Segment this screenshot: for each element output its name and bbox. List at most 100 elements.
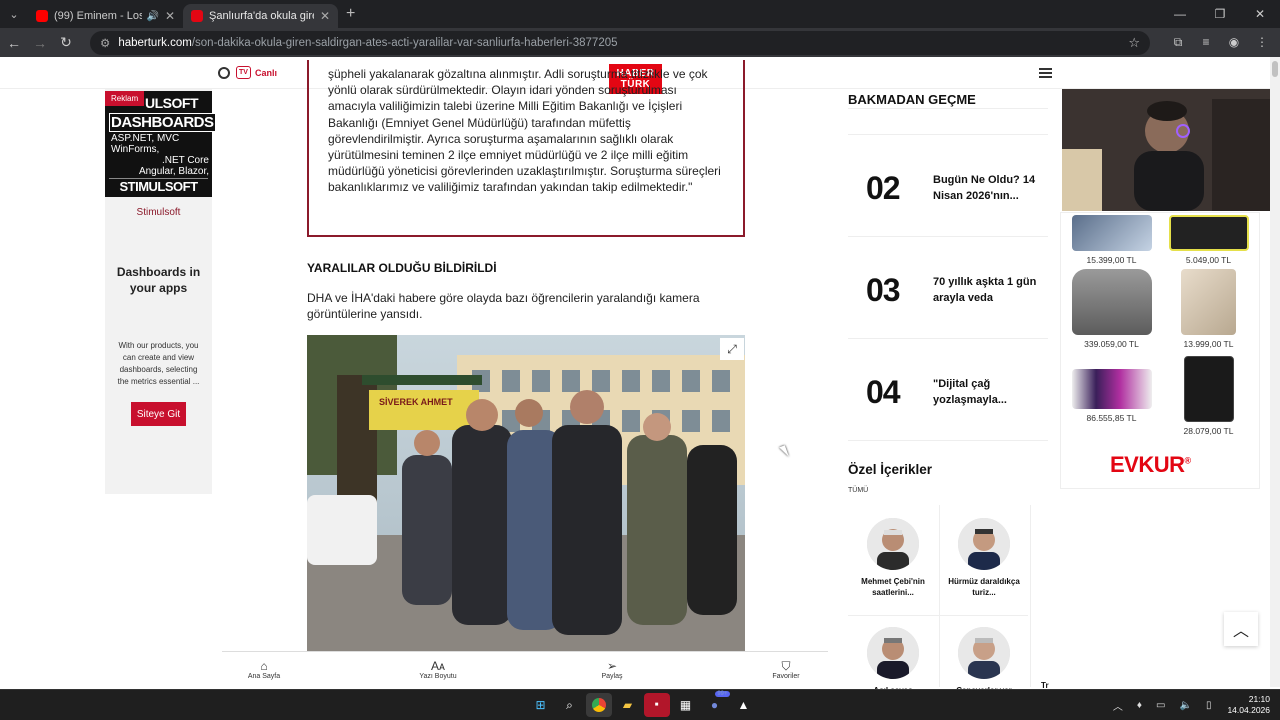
reload-icon[interactable]: ↻ — [54, 31, 78, 55]
volume-icon[interactable]: 🔈 — [1179, 700, 1191, 711]
right-ad[interactable]: 15.399,00 TL 5.049,00 TL 339.059,00 TL 1… — [1060, 212, 1260, 489]
menu-icon[interactable] — [1039, 68, 1052, 80]
terminal-icon[interactable]: ▦ — [673, 693, 699, 717]
battery-icon[interactable]: ▯ — [1206, 700, 1212, 711]
home-button[interactable]: ⌂ Ana Sayfa — [234, 652, 294, 687]
live-link[interactable]: Canlı — [255, 68, 277, 78]
ranked-item[interactable]: 04 "Dijital çağ yozlaşmayla... — [848, 364, 1048, 424]
ranked-item[interactable]: 03 70 yıllık aşkta 1 gün arayla veda — [848, 262, 1048, 322]
favorites-button[interactable]: ⛉ Favoriler — [756, 652, 816, 687]
close-window-icon[interactable]: ✕ — [1240, 0, 1280, 28]
article-bottom-bar: ⌂ Ana Sayfa Aᴀ Yazı Boyutu ➢ Paylaş ⛉ Fa… — [222, 651, 828, 687]
rank-text[interactable]: "Dijital çağ yozlaşmayla... — [933, 376, 1048, 408]
product-price: 15.399,00 TL — [1086, 255, 1137, 265]
product-price: 86.555,85 TL — [1086, 413, 1137, 423]
tray-chevron-icon[interactable]: ︿ — [1113, 698, 1123, 713]
restore-icon[interactable]: ❐ — [1200, 0, 1240, 28]
article-photo[interactable]: SİVEREK AHMET — [307, 335, 745, 651]
ad-product[interactable]: 5.049,00 TL — [1161, 215, 1256, 265]
ad-image-line: WinForms, — [111, 144, 160, 155]
search-icon[interactable] — [218, 67, 230, 79]
share-icon: ➢ — [606, 659, 618, 673]
extensions-icon[interactable]: ⧉ — [1164, 35, 1192, 50]
new-tab-icon[interactable]: + — [346, 5, 355, 23]
avatar-drawing — [958, 627, 1010, 679]
expand-icon[interactable]: ⤢ — [720, 338, 744, 360]
rank-number: 03 — [866, 272, 901, 308]
bookmark-star-icon[interactable]: ☆ — [1128, 35, 1140, 51]
evkur-logo[interactable]: EVKUR® — [1110, 452, 1191, 478]
ad-image-title: ULSOFT — [145, 95, 199, 111]
windows-taskbar: ⊞ ⌕ ▰ ■ ▦ ● 99+ ▲ ︿ ♦ ▭ 🔈 ▯ 21:10 14.04.2… — [0, 689, 1280, 720]
author-card[interactable]: Asıl savaş — [848, 627, 938, 696]
chevron-up-icon: ︿ — [1232, 623, 1249, 640]
browser-menu-icon[interactable]: ⋮ — [1248, 35, 1276, 50]
quote-line: bakanlıklarımız ve valiliğimiz tarafında… — [328, 180, 693, 195]
scroll-to-top-button[interactable]: ︿ — [1224, 612, 1258, 646]
avatar-drawing — [867, 518, 919, 570]
tab-search-icon[interactable]: ⌄ — [0, 0, 28, 28]
ad-headline: Dashboards in your apps — [116, 265, 201, 295]
close-tab-icon[interactable]: ✕ — [165, 9, 175, 23]
search-icon[interactable]: ⌕ — [557, 693, 583, 717]
text-size-button[interactable]: Aᴀ Yazı Boyutu — [408, 652, 468, 687]
ad-product[interactable]: 13.999,00 TL — [1161, 269, 1256, 349]
system-tray: ︿ ♦ ▭ 🔈 ▯ 21:10 14.04.2026 — [1099, 694, 1270, 716]
windows-start-icon[interactable]: ⊞ — [528, 693, 554, 717]
network-icon[interactable]: ▭ — [1156, 700, 1165, 711]
browser-tools: ⧉ ≡ ◉ ⋮ — [1164, 35, 1276, 50]
rank-text[interactable]: 70 yıllık aşkta 1 gün arayla veda — [933, 274, 1048, 306]
tv-icon[interactable]: TV — [236, 66, 251, 79]
forward-icon[interactable]: → — [28, 31, 52, 55]
url-host: haberturk.com — [118, 36, 192, 49]
divider — [848, 108, 1048, 109]
speaker-icon[interactable]: 🔊 — [146, 11, 158, 22]
author-card[interactable]: Canavarlar var — [939, 627, 1029, 696]
ad-image[interactable]: Reklam ULSOFT DASHBOARDS ASP.NET, MVC Wi… — [105, 91, 216, 197]
app-icon[interactable]: ■ — [643, 693, 670, 717]
ad-product[interactable]: 15.399,00 TL — [1064, 215, 1159, 265]
favorites-label: Favoriler — [772, 673, 800, 680]
chrome-icon[interactable] — [585, 693, 612, 717]
tab-haberturk[interactable]: Şanlıurfa'da okula giren saldırgan ✕ — [183, 4, 338, 28]
discord-icon[interactable]: ● 99+ — [702, 691, 730, 717]
brand-mark: ® — [1184, 455, 1192, 466]
ad-image-subtitle: DASHBOARDS — [109, 113, 216, 132]
reading-list-icon[interactable]: ≡ — [1192, 35, 1220, 50]
tab-eminem[interactable]: (99) Eminem - Lose Yourself 🔊 ✕ — [28, 4, 183, 28]
minimize-icon[interactable]: — — [1160, 0, 1200, 28]
ad-product[interactable]: 28.079,00 TL — [1161, 356, 1256, 436]
ad-product[interactable]: 86.555,85 TL — [1064, 356, 1159, 423]
ad-body: With our products, you can create and vi… — [117, 341, 200, 386]
mouse-cursor — [779, 445, 789, 459]
left-ad[interactable]: Reklam ULSOFT DASHBOARDS ASP.NET, MVC Wi… — [105, 89, 216, 494]
ad-brand[interactable]: Stimulsoft — [105, 207, 212, 218]
ad-product[interactable]: 339.059,00 TL — [1064, 269, 1159, 349]
special-content-all-link[interactable]: TÜMÜ — [848, 487, 868, 494]
close-tab-icon[interactable]: ✕ — [320, 9, 330, 23]
address-bar[interactable]: ⚙ haberturk.com /son-dakika-okula-giren-… — [90, 30, 1150, 55]
pc-case-image — [1183, 356, 1234, 422]
haberturk-icon — [191, 10, 203, 22]
ranked-item[interactable]: 02 Bugün Ne Oldu? 14 Nisan 2026'nın... — [848, 160, 1048, 220]
profile-icon[interactable]: ◉ — [1220, 35, 1248, 50]
author-card[interactable]: Mehmet Çebi'nin saatlerini... — [848, 518, 938, 598]
site-info-icon[interactable]: ⚙ — [100, 36, 110, 50]
quote-line: müdürlüğü yöneticisi görevlerinden uzakl… — [328, 164, 721, 179]
obs-icon[interactable]: ▲ — [731, 693, 757, 717]
webcam-overlay — [1062, 89, 1270, 211]
share-button[interactable]: ➢ Paylaş — [582, 652, 642, 687]
clock-date: 14.04.2026 — [1227, 705, 1270, 715]
ad-image-line: .NET Core — [161, 155, 209, 166]
author-card[interactable]: Hürmüz daraldıkça turiz... — [939, 518, 1029, 598]
rank-text[interactable]: Bugün Ne Oldu? 14 Nisan 2026'nın... — [933, 172, 1048, 204]
product-price: 13.999,00 TL — [1183, 339, 1234, 349]
clock[interactable]: 21:10 14.04.2026 — [1227, 694, 1270, 716]
avatar-drawing — [867, 627, 919, 679]
folder-icon[interactable]: ▰ — [615, 693, 641, 717]
ad-cta-button[interactable]: Siteye Git — [131, 402, 186, 426]
divider — [848, 440, 1048, 441]
microphone-icon[interactable]: ♦ — [1137, 700, 1142, 711]
page-scrollbar[interactable] — [1270, 57, 1280, 687]
back-icon[interactable]: ← — [2, 31, 26, 55]
